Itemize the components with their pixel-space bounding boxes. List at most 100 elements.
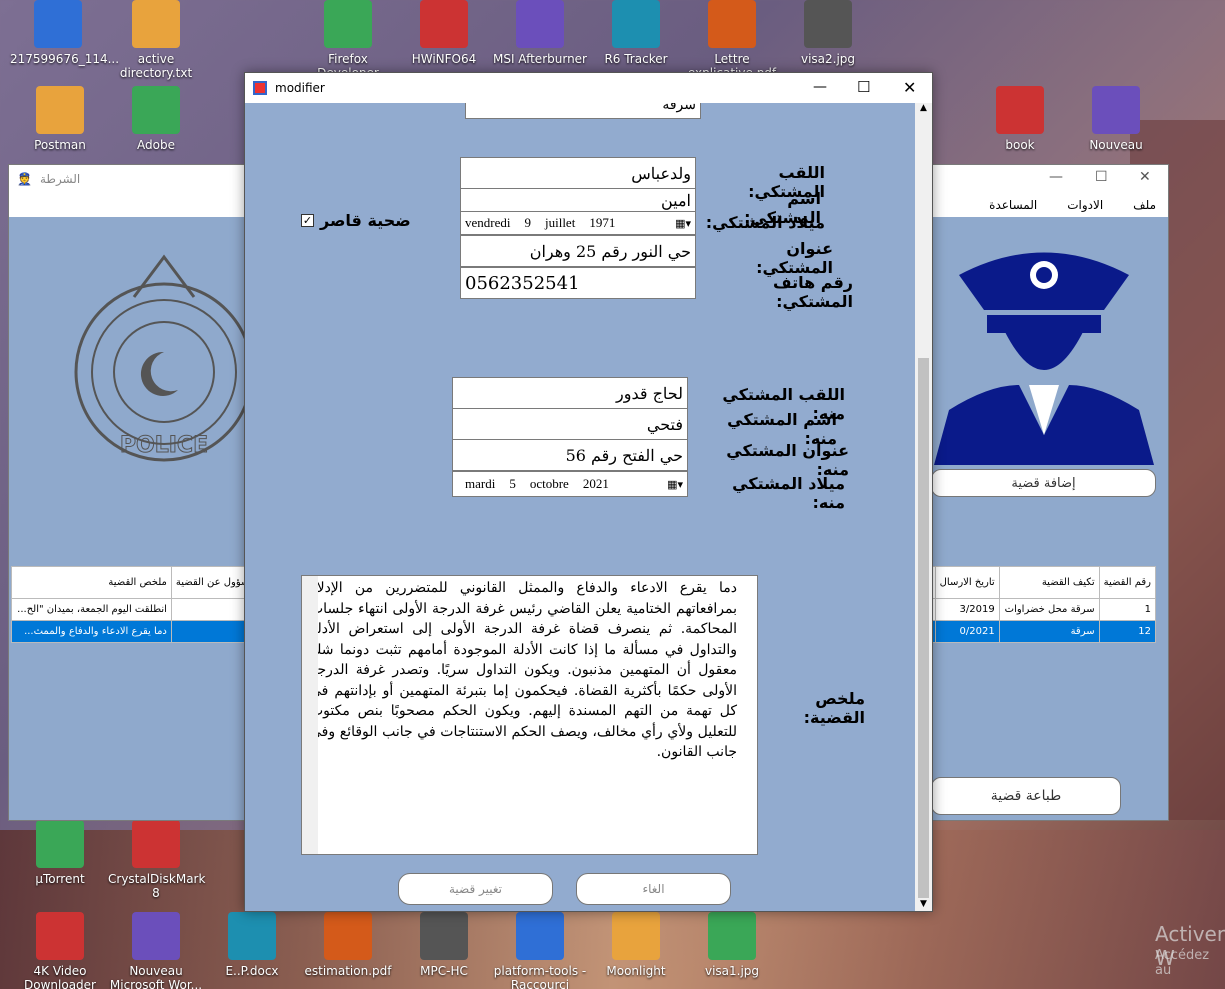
grid-cell[interactable]: 0/2021 xyxy=(934,620,1000,643)
complainant-address-label: عنوان المشتكي: xyxy=(756,239,833,277)
desktop-icon[interactable]: µTorrent xyxy=(12,820,108,886)
desktop-icon-label: visa1.jpg xyxy=(704,964,760,978)
desktop-icon[interactable]: Nouveau Microsoft Wor... xyxy=(108,912,204,989)
date-day-name: vendredi xyxy=(465,215,511,230)
desktop-icon[interactable]: Moonlight xyxy=(588,912,684,978)
app-icon xyxy=(1092,86,1140,134)
app-icon xyxy=(996,86,1044,134)
desktop-icon-label: platform-tools - Raccourci xyxy=(493,964,587,989)
grid-cell[interactable]: انطلقت اليوم الجمعة، بميدان "الح... xyxy=(11,598,172,621)
complainant-surname-input[interactable]: ولدعباس xyxy=(460,157,696,189)
case-summary-textarea[interactable]: دما يقرع الادعاء والدفاع والممثل القانون… xyxy=(301,575,758,855)
date-month: octobre xyxy=(529,476,569,491)
desktop-icon[interactable]: Nouveau xyxy=(1068,86,1164,152)
grid-header[interactable]: تكيف القضية xyxy=(998,566,1100,599)
date-year: 2021 xyxy=(582,476,609,491)
app-icon xyxy=(324,912,372,960)
app-icon xyxy=(612,0,660,48)
desktop-icon[interactable]: MPC-HC xyxy=(396,912,492,978)
scroll-up-icon[interactable]: ▲ xyxy=(915,103,932,113)
app-icon xyxy=(612,912,660,960)
grid-header[interactable]: رقم القضية xyxy=(1098,566,1157,599)
add-case-button[interactable]: إضافة قضية xyxy=(931,469,1156,497)
accused-address-input[interactable]: حي الفتح رقم 56 xyxy=(452,439,688,471)
case-type-select[interactable]: سرقة xyxy=(465,103,701,119)
desktop-icon-label: visa2.jpg xyxy=(800,52,856,66)
complainant-name-input[interactable]: امين xyxy=(460,188,696,212)
close-icon[interactable]: ✕ xyxy=(903,78,916,97)
desktop-icon[interactable]: visa1.jpg xyxy=(684,912,780,978)
grid-cell[interactable]: 1 xyxy=(1098,598,1157,621)
police-officer-icon xyxy=(934,252,1154,465)
desktop-icon[interactable]: Lettre explicative.pdf xyxy=(684,0,780,80)
app-icon xyxy=(34,0,82,48)
summary-scrollbar[interactable] xyxy=(302,576,318,854)
desktop-icon-label: Postman xyxy=(34,138,86,152)
desktop-icon[interactable]: active directory.txt xyxy=(108,0,204,80)
desktop-icon[interactable]: 4K Video Downloader xyxy=(12,912,108,989)
desktop-icon[interactable]: Postman xyxy=(12,86,108,152)
desktop-icon[interactable]: book xyxy=(972,86,1068,152)
minimize-icon[interactable]: — xyxy=(1049,169,1063,185)
desktop-icon-label: MPC-HC xyxy=(420,964,468,978)
desktop-icon[interactable]: platform-tools - Raccourci xyxy=(492,912,588,989)
desktop-icon[interactable]: MSI Afterburner xyxy=(492,0,588,66)
accused-name-input[interactable]: فتحي xyxy=(452,408,688,440)
grid-cell[interactable]: سرقة محل خضراوات xyxy=(998,598,1100,621)
modify-dialog: modifier — ☐ ✕ سرقة ولدعباس اللقب المشتك… xyxy=(244,72,933,912)
desktop-icon-label: CrystalDiskMark 8 xyxy=(108,872,206,900)
accused-surname-input[interactable]: لحاج قدور xyxy=(452,377,688,409)
calendar-dropdown-icon[interactable]: ▦▾ xyxy=(667,478,683,491)
close-icon[interactable]: ✕ xyxy=(1139,169,1151,185)
desktop-icon[interactable]: CrystalDiskMark 8 xyxy=(108,820,206,900)
grid-header[interactable]: ملخص القضية xyxy=(11,566,172,599)
app-icon xyxy=(132,912,180,960)
date-month: juillet xyxy=(544,215,576,230)
cancel-button[interactable]: الغاء xyxy=(576,873,731,905)
minimize-icon[interactable]: — xyxy=(813,79,827,95)
checkbox-checked-icon[interactable]: ✓ xyxy=(301,214,314,227)
maximize-icon[interactable]: ☐ xyxy=(857,78,870,96)
accused-birth-date-picker[interactable]: mardi 5 octobre 2021 ▦▾ xyxy=(452,471,688,497)
police-emblem-icon: POLICE xyxy=(74,254,254,462)
print-case-button[interactable]: طباعة قضية xyxy=(931,777,1121,815)
complainant-address-input[interactable]: حي النور رقم 25 وهران xyxy=(460,235,696,267)
scroll-down-icon[interactable]: ▼ xyxy=(915,899,932,909)
desktop-icon[interactable]: 217599676_114... xyxy=(10,0,119,66)
app-icon xyxy=(324,0,372,48)
grid-cell[interactable]: سرقة xyxy=(998,620,1100,643)
grid-header[interactable]: تاريخ الارسال xyxy=(934,566,1000,599)
app-icon xyxy=(132,86,180,134)
date-day-name: mardi xyxy=(465,476,496,491)
app-icon xyxy=(36,86,84,134)
scrollbar-thumb[interactable] xyxy=(918,358,929,898)
minor-victim-checkbox-row[interactable]: ✓ ضحية قاصر xyxy=(301,211,411,230)
dialog-scrollbar[interactable]: ▲ ▼ xyxy=(915,103,932,911)
app-icon xyxy=(804,0,852,48)
app-icon xyxy=(516,912,564,960)
desktop-icon[interactable]: estimation.pdf xyxy=(300,912,396,978)
complainant-birth-date-picker[interactable]: vendredi 9 juillet 1971 ▦▾ xyxy=(460,211,696,235)
grid-cell[interactable]: دما يقرع الادعاء والدفاع والممث... xyxy=(11,620,172,643)
desktop-icon[interactable]: Adobe xyxy=(108,86,204,152)
maximize-icon[interactable]: ☐ xyxy=(1095,169,1108,185)
grid-cell[interactable]: 3/2019 xyxy=(934,598,1000,621)
desktop-icon[interactable]: R6 Tracker xyxy=(588,0,684,66)
app-icon xyxy=(36,820,84,868)
desktop-icon[interactable]: HWiNFO64 xyxy=(396,0,492,66)
menu-help[interactable]: المساعدة xyxy=(989,198,1037,212)
desktop-icon[interactable]: E..P.docx xyxy=(204,912,300,978)
modify-case-button[interactable]: تغيير قضية xyxy=(398,873,553,905)
minor-victim-label: ضحية قاصر xyxy=(320,211,411,230)
desktop-icon[interactable]: visa2.jpg xyxy=(780,0,876,66)
desktop-icon-label: 4K Video Downloader xyxy=(24,964,96,989)
app-icon xyxy=(708,912,756,960)
case-type-value: سرقة xyxy=(662,103,696,113)
app-icon xyxy=(132,820,180,868)
complainant-phone-input[interactable]: 0562352541 xyxy=(460,267,696,299)
app-icon xyxy=(253,81,267,95)
calendar-dropdown-icon[interactable]: ▦▾ xyxy=(675,217,691,230)
menu-file[interactable]: ملف xyxy=(1133,198,1156,212)
menu-tools[interactable]: الادوات xyxy=(1067,198,1103,212)
grid-cell[interactable]: 12 xyxy=(1098,620,1157,643)
